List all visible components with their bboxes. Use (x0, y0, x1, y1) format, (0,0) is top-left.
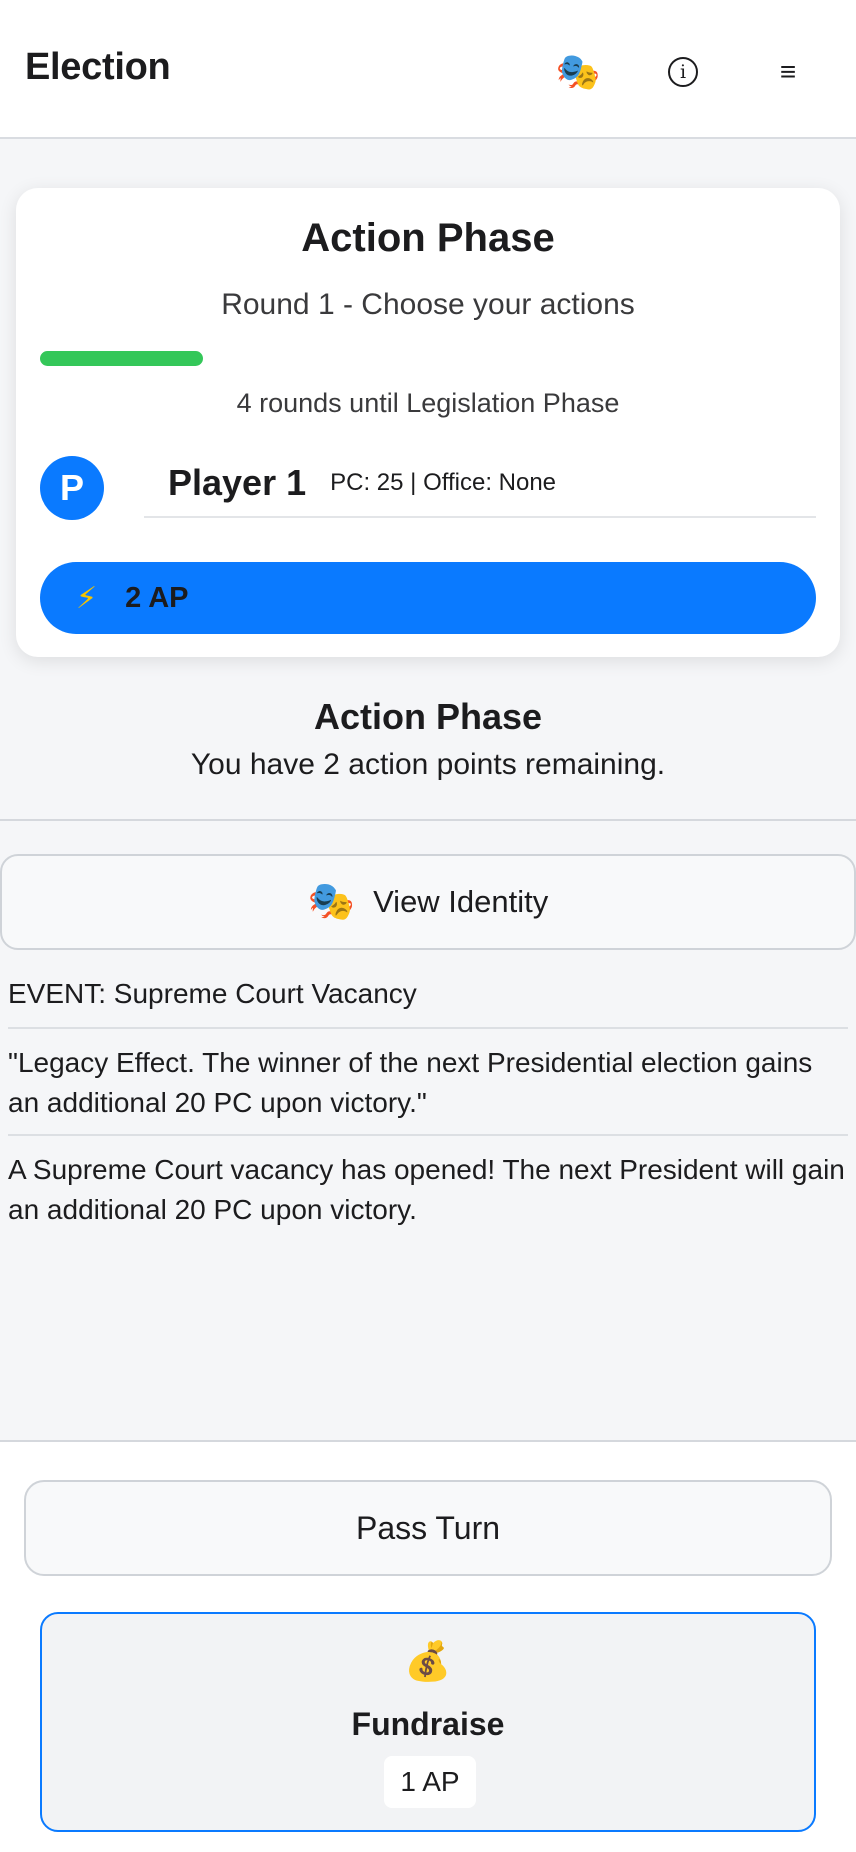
phase-progress-fill (40, 351, 203, 366)
view-identity-label: View Identity (373, 884, 549, 919)
action-points-remaining-text: You have 2 action points remaining. (190, 748, 666, 781)
event-title: EVENT: Supreme Court Vacancy (8, 972, 848, 1029)
theater-masks-icon: 🎭 (555, 51, 601, 92)
hamburger-menu-icon: ≡ (779, 56, 797, 87)
action-phase-heading: Action Phase (313, 696, 543, 737)
phase-progress-bar (40, 351, 816, 366)
rounds-remaining-text: 4 rounds until Legislation Phase (236, 388, 620, 418)
action-cost-badge: 1 AP (384, 1756, 476, 1808)
action-points-badge: ⚡ 2 AP (40, 562, 816, 634)
player-avatar: P (40, 456, 104, 520)
app-title: Election (25, 46, 171, 88)
player-stats: PC: 25 | Office: None (330, 469, 557, 496)
app-header: Election 🎭 i ≡ (0, 0, 856, 139)
phase-title: Action Phase (301, 216, 555, 260)
pass-turn-button[interactable]: Pass Turn (24, 1480, 832, 1576)
player-info-row: Player 1 PC: 25 | Office: None (144, 450, 816, 518)
fundraise-action-card[interactable]: 💰 Fundraise 1 AP (40, 1612, 816, 1832)
section-divider (0, 819, 856, 821)
action-tray: Pass Turn 💰 Fundraise 1 AP (0, 1440, 856, 1852)
money-bag-icon: 💰 (404, 1641, 452, 1683)
event-quote: "Legacy Effect. The winner of the next P… (8, 1029, 848, 1136)
view-identity-button[interactable]: 🎭 View Identity (0, 854, 856, 950)
action-points-label: 2 AP (125, 581, 189, 614)
event-description: A Supreme Court vacancy has opened! The … (8, 1154, 845, 1225)
player-name: Player 1 (168, 462, 307, 503)
event-panel: EVENT: Supreme Court Vacancy "Legacy Eff… (8, 972, 848, 1230)
lightning-bolt-icon: ⚡ (76, 581, 98, 615)
info-button[interactable]: i (653, 42, 713, 102)
action-name: Fundraise (351, 1706, 505, 1742)
theater-masks-icon: 🎭 (307, 881, 356, 923)
round-subtitle: Round 1 - Choose your actions (221, 288, 635, 321)
phase-card: Action Phase Round 1 - Choose your actio… (16, 188, 840, 657)
menu-button[interactable]: ≡ (758, 42, 818, 102)
identity-header-button[interactable]: 🎭 (548, 42, 608, 102)
info-icon: i (668, 57, 698, 87)
